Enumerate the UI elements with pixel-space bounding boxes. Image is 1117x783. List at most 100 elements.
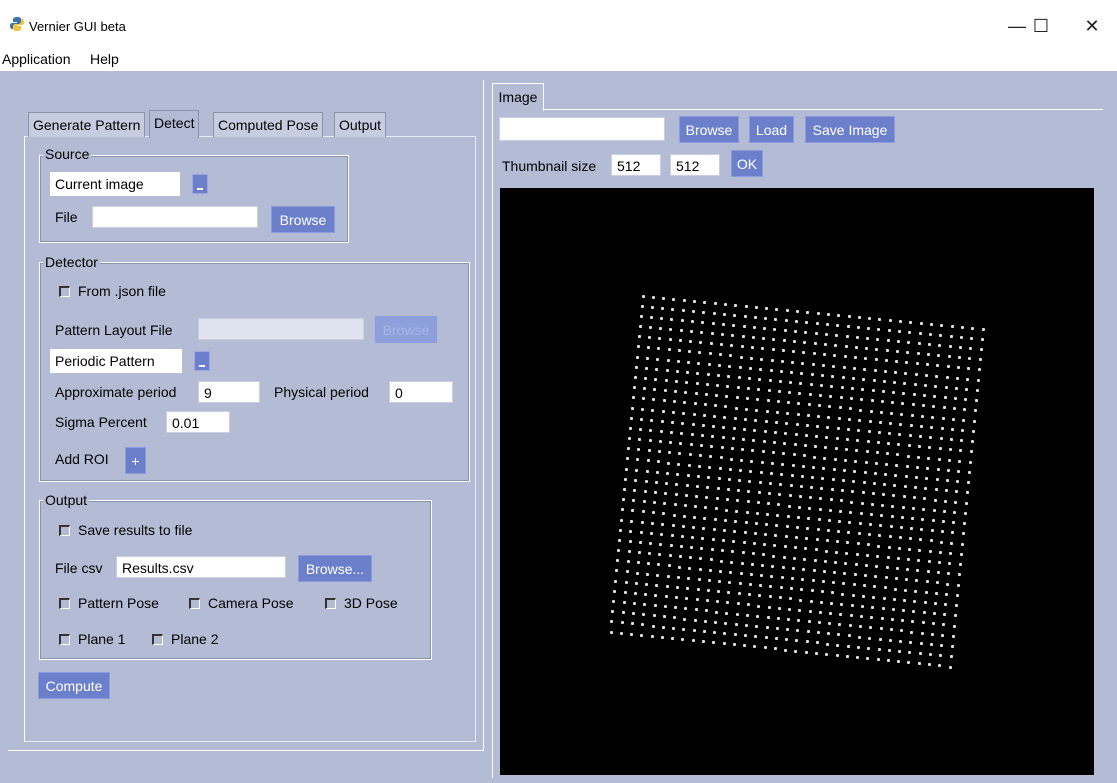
pattern-dot (807, 516, 811, 520)
from-json-checkbox[interactable] (59, 286, 70, 297)
thumbnail-ok-button[interactable]: OK (731, 150, 763, 177)
pattern-dot (803, 444, 807, 448)
thumbnail-width-input[interactable]: 512 (611, 154, 661, 176)
pattern-dot (757, 491, 761, 495)
menu-application[interactable]: Application (2, 51, 71, 67)
pattern-dot (704, 609, 708, 613)
camera-pose-checkbox[interactable] (189, 598, 200, 609)
layout-file-input[interactable] (198, 318, 364, 340)
pattern-dot (950, 541, 954, 545)
pattern-dot (654, 480, 658, 484)
pattern-dot (724, 508, 728, 512)
pattern-dot (931, 519, 935, 522)
source-browse-button[interactable]: Browse (271, 206, 335, 233)
pattern-dot (814, 548, 818, 552)
pattern-dot (723, 415, 727, 419)
pattern-dot (822, 569, 826, 573)
pattern-dot (798, 392, 802, 396)
save-results-checkbox[interactable] (59, 525, 70, 536)
pattern-dot (690, 330, 694, 334)
save-image-button[interactable]: Save Image (805, 116, 895, 143)
pattern-dot (721, 549, 725, 553)
pattern-dot (868, 523, 872, 527)
pattern-dot (871, 605, 875, 609)
pattern-dot (724, 621, 728, 625)
image-canvas[interactable] (500, 188, 1094, 775)
source-dropdown[interactable]: Current image (50, 172, 180, 196)
tab-image[interactable]: Image (492, 83, 544, 111)
image-load-button[interactable]: Load (749, 116, 794, 143)
layout-browse-button[interactable]: Browse (375, 316, 437, 343)
pattern-dot (896, 556, 900, 560)
file-input[interactable] (92, 206, 258, 228)
pattern-dot (872, 482, 876, 486)
pattern-pose-checkbox[interactable] (59, 598, 70, 609)
add-roi-button[interactable]: + (125, 447, 146, 474)
pattern-dot (880, 513, 884, 517)
pattern-dot (712, 311, 716, 315)
pattern-dot (879, 410, 883, 414)
pattern-dot (879, 627, 883, 631)
approx-period-input[interactable]: 9 (198, 381, 260, 403)
tab-computed-pose[interactable]: Computed Pose (213, 112, 324, 137)
plane1-checkbox[interactable] (59, 634, 70, 645)
pattern-dot (804, 650, 808, 654)
tab-generate-pattern[interactable]: Generate Pattern (28, 112, 146, 137)
pattern-dot (731, 334, 735, 338)
pattern-dot (735, 509, 739, 513)
pattern-dot (888, 638, 892, 642)
pattern-dot (747, 593, 751, 597)
image-path-input[interactable] (499, 117, 665, 141)
maximize-button[interactable]: ☐ (1018, 8, 1064, 44)
pattern-dot (734, 622, 738, 626)
sigma-percent-input[interactable]: 0.01 (166, 411, 230, 433)
physical-period-input[interactable]: 0 (389, 381, 453, 403)
pattern-dot (959, 335, 963, 339)
pattern-dot (810, 589, 814, 593)
pattern-dot (705, 496, 709, 500)
compute-button[interactable]: Compute (38, 672, 110, 699)
pattern-dot (799, 598, 803, 602)
pattern-dot (889, 628, 893, 632)
pattern-dot (630, 406, 634, 410)
pattern-dot (928, 653, 932, 657)
pattern-dot (680, 318, 684, 322)
plane2-checkbox[interactable] (152, 634, 163, 645)
pattern-dot (697, 474, 701, 478)
thumbnail-height-input[interactable]: 512 (670, 154, 720, 176)
pattern-dot (846, 427, 850, 431)
pattern-dot (923, 497, 927, 501)
tab-detect[interactable]: Detect (149, 110, 200, 138)
pattern-dot (632, 602, 636, 606)
pattern-dot (963, 408, 967, 412)
pattern-type-dropdown-arrow-icon[interactable] (194, 351, 210, 371)
pattern-dot (783, 442, 787, 446)
csv-browse-button[interactable]: Browse... (298, 555, 372, 582)
close-button[interactable]: ✕ (1069, 8, 1115, 44)
tab-output[interactable]: Output (334, 112, 387, 137)
pattern-dot (740, 345, 744, 349)
pattern-dot (917, 558, 921, 562)
csv-file-input[interactable]: Results.csv (116, 556, 286, 578)
pattern-dot (917, 662, 921, 666)
source-dropdown-arrow-icon[interactable] (192, 174, 208, 194)
pattern-dot (825, 652, 829, 656)
pattern-dot (833, 457, 837, 461)
pattern-dot (931, 415, 935, 419)
pattern-dot (970, 336, 974, 340)
menu-help[interactable]: Help (90, 51, 119, 67)
pattern-dot (676, 575, 680, 579)
pattern-dot (693, 618, 697, 622)
pattern-dot (746, 603, 750, 607)
pattern-dot (939, 437, 943, 441)
3d-pose-checkbox[interactable] (325, 598, 336, 609)
pattern-dot (959, 449, 963, 453)
pattern-dot (836, 540, 840, 544)
pattern-dot (861, 388, 865, 392)
pattern-dot (801, 578, 805, 582)
pattern-dot (958, 563, 962, 567)
image-browse-button[interactable]: Browse (679, 116, 739, 143)
pattern-dot (719, 456, 723, 460)
pattern-type-dropdown[interactable]: Periodic Pattern (50, 349, 182, 373)
pattern-dot (893, 380, 897, 384)
